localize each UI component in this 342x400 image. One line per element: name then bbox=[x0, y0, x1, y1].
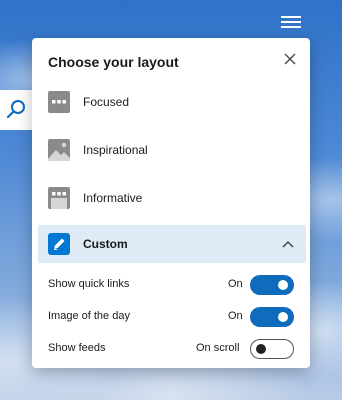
layout-option-label: Informative bbox=[83, 191, 143, 205]
inspirational-layout-icon bbox=[48, 139, 70, 161]
layout-option-inspirational[interactable]: Inspirational bbox=[32, 131, 310, 171]
panel-title: Choose your layout bbox=[48, 54, 179, 70]
search-box[interactable] bbox=[0, 90, 34, 130]
custom-layout-icon bbox=[48, 233, 70, 255]
custom-label: Custom bbox=[83, 237, 128, 251]
quick-links-toggle[interactable] bbox=[250, 275, 294, 295]
setting-state: On bbox=[228, 278, 243, 290]
focused-layout-icon bbox=[48, 91, 70, 113]
toggle-knob bbox=[278, 280, 288, 290]
layout-option-label: Focused bbox=[83, 95, 130, 109]
toggle-knob bbox=[278, 312, 288, 322]
setting-image-of-the-day: Image of the day On bbox=[48, 305, 298, 329]
close-icon bbox=[284, 53, 296, 65]
layout-panel: Choose your layout Focused Inspirational bbox=[32, 38, 310, 368]
toggle-knob bbox=[256, 344, 266, 354]
setting-state: On bbox=[228, 310, 243, 322]
setting-label: Show quick links bbox=[48, 278, 130, 290]
layout-option-label: Inspirational bbox=[83, 143, 148, 157]
setting-show-feeds: Show feeds On scroll bbox=[48, 337, 298, 361]
setting-label: Show feeds bbox=[48, 342, 106, 354]
setting-label: Image of the day bbox=[48, 310, 130, 322]
menu-icon[interactable] bbox=[281, 13, 301, 29]
chevron-up-icon[interactable] bbox=[281, 237, 295, 251]
search-icon bbox=[6, 100, 25, 119]
pencil-icon bbox=[54, 238, 65, 250]
show-feeds-toggle[interactable] bbox=[250, 339, 294, 359]
close-button[interactable] bbox=[282, 51, 298, 67]
image-of-the-day-toggle[interactable] bbox=[250, 307, 294, 327]
setting-show-quick-links: Show quick links On bbox=[48, 273, 298, 297]
layout-option-informative[interactable]: Informative bbox=[32, 179, 310, 219]
layout-option-focused[interactable]: Focused bbox=[32, 83, 310, 123]
setting-state: On scroll bbox=[196, 342, 240, 354]
informative-layout-icon bbox=[48, 187, 70, 209]
layout-option-custom[interactable]: Custom bbox=[38, 225, 306, 263]
